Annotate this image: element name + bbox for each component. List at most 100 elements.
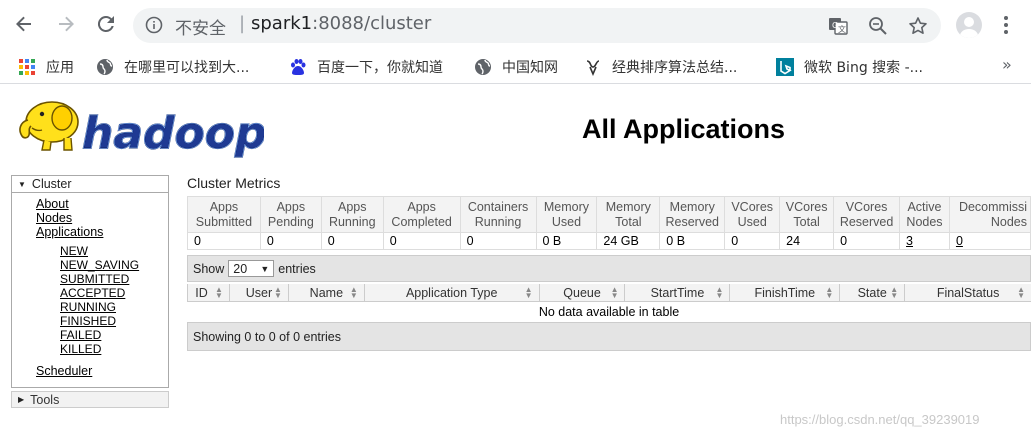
sidebar-link-scheduler[interactable]: Scheduler <box>36 364 92 378</box>
column-header-id[interactable]: ID ▲ ▼ <box>188 284 230 301</box>
entries-label: entries <box>278 261 316 276</box>
profile-avatar-icon[interactable] <box>956 12 982 38</box>
more-bookmarks-button[interactable]: » <box>1002 55 1012 74</box>
sort-icon: ▲ ▼ <box>273 285 282 300</box>
state-link-finished[interactable]: FINISHED <box>60 314 139 328</box>
state-link-submitted[interactable]: SUBMITTED <box>60 272 139 286</box>
reload-icon <box>97 15 114 32</box>
table-length-control: Show 20 ▼ entries <box>187 255 1031 282</box>
csdn-icon <box>584 58 602 76</box>
page-size-select[interactable]: 20 ▼ <box>228 260 275 277</box>
bookmark-label: 经典排序算法总结... <box>612 60 738 76</box>
metric-value: 0 <box>948 232 1031 250</box>
metric-header: Apps Completed <box>382 196 461 233</box>
elephant-mascot-icon <box>19 101 79 151</box>
column-header-user[interactable]: User ▲ ▼ <box>230 284 289 301</box>
column-label: StartTime <box>650 285 705 300</box>
globe-icon <box>474 58 492 76</box>
bookmark-cnki[interactable]: 中国知网 <box>474 56 558 78</box>
metric-value: 24 GB <box>596 232 661 250</box>
active-nodes-link[interactable]: 3 <box>906 234 913 248</box>
forward-arrow-icon <box>59 16 74 32</box>
column-label: Queue <box>563 285 601 300</box>
page-size-value: 20 <box>233 261 248 276</box>
zoom-icon[interactable] <box>867 15 889 37</box>
metric-header: Apps Running <box>320 196 384 233</box>
metric-value: 3 <box>899 232 950 250</box>
triangle-down-icon: ▼ <box>18 179 26 189</box>
bookmark-baidu[interactable]: 百度一下，你就知道 <box>289 56 443 78</box>
address-bar[interactable]: 不安全 | spark1:8088/cluster G文 <box>133 8 941 43</box>
metrics-title: Cluster Metrics <box>187 175 281 191</box>
sidebar-link-applications[interactable]: Applications <box>36 225 103 239</box>
bookmark-label: 微软 Bing 搜索 -... <box>804 60 924 76</box>
bookmark-sorting[interactable]: 经典排序算法总结... <box>584 56 737 78</box>
show-label: Show <box>193 261 225 276</box>
cluster-links: About Nodes Applications <box>36 197 103 239</box>
sidebar-link-nodes[interactable]: Nodes <box>36 211 103 225</box>
column-label: FinishTime <box>754 285 816 300</box>
bookmark-bigdata[interactable]: 在哪里可以找到大... <box>96 56 249 78</box>
column-header-name[interactable]: Name ▲ ▼ <box>289 284 365 301</box>
state-link-running[interactable]: RUNNING <box>60 300 139 314</box>
url-text[interactable]: spark1:8088/cluster <box>251 13 431 34</box>
sort-icon: ▲ ▼ <box>1017 285 1025 300</box>
state-link-killed[interactable]: KILLED <box>60 342 139 356</box>
back-button[interactable] <box>12 12 36 36</box>
sort-icon: ▲ ▼ <box>610 285 619 300</box>
metric-value: 0 B <box>659 232 726 250</box>
column-label: User <box>245 285 273 300</box>
metric-value: 0 <box>459 232 537 250</box>
hadoop-logo: hadoop hadoop <box>12 96 267 160</box>
decommissioned-nodes-link[interactable]: 0 <box>956 234 963 248</box>
bookmarks-bar: 应用 在哪里可以找到大... 百度一下，你就知道 中国知网 经典排序算法总结..… <box>0 50 1031 84</box>
column-label: State <box>857 285 887 300</box>
baidu-paw-icon <box>289 58 307 76</box>
bookmark-bing[interactable]: 微软 Bing 搜索 -... <box>776 56 923 78</box>
menu-kebab-icon[interactable] <box>996 12 1016 38</box>
metric-header: Memory Used <box>535 196 598 233</box>
browser-toolbar: 不安全 | spark1:8088/cluster G文 <box>0 0 1031 50</box>
column-header-application-type[interactable]: Application Type ▲ ▼ <box>365 284 540 301</box>
column-header-finishtime[interactable]: FinishTime ▲ ▼ <box>730 284 841 301</box>
state-link-new[interactable]: NEW <box>60 244 139 258</box>
cluster-metrics-table: Apps Submitted Apps Pending Apps Running Ap… <box>187 196 1031 250</box>
bookmark-label: 在哪里可以找到大... <box>124 60 250 76</box>
url-host: spark1 <box>251 13 313 34</box>
sidebar-link-about[interactable]: About <box>36 197 103 211</box>
column-header-starttime[interactable]: StartTime ▲ ▼ <box>625 284 731 301</box>
triangle-right-icon: ▶ <box>18 395 25 404</box>
column-header-queue[interactable]: Queue ▲ ▼ <box>540 284 626 301</box>
state-link-new-saving[interactable]: NEW_SAVING <box>60 258 139 272</box>
metrics-value-row: 0 0 0 0 0 0 B 24 GB 0 B 0 24 0 3 0 <box>187 232 1031 250</box>
column-header-state[interactable]: State ▲ ▼ <box>840 284 906 301</box>
column-header-finalstatus[interactable]: FinalStatus ▲ ▼ <box>905 284 1031 301</box>
translate-icon[interactable]: G文 <box>827 15 849 37</box>
metric-value: 0 <box>320 232 384 250</box>
empty-table-message: No data available in table <box>538 305 680 319</box>
tools-section-toggle[interactable]: ▶ Tools <box>11 391 169 408</box>
metric-header: Active Nodes <box>899 196 950 233</box>
scheduler-link-wrap: Scheduler <box>36 364 92 378</box>
entries-summary: Showing 0 to 0 of 0 entries <box>193 329 342 344</box>
cluster-section-toggle[interactable]: ▼ Cluster <box>12 176 168 193</box>
state-link-accepted[interactable]: ACCEPTED <box>60 286 139 300</box>
apps-grid-icon <box>18 58 36 76</box>
page-title: All Applications <box>582 114 786 144</box>
column-label: ID <box>195 285 208 300</box>
metric-header: Containers Running <box>459 196 537 233</box>
bookmark-star-icon[interactable] <box>907 15 929 37</box>
info-icon[interactable] <box>145 16 163 34</box>
bookmark-label: 百度一下，你就知道 <box>317 60 443 76</box>
bookmark-apps[interactable]: 应用 <box>18 56 74 78</box>
sort-icon: ▲ ▼ <box>825 285 834 300</box>
bookmark-label: 中国知网 <box>502 60 558 76</box>
reload-button[interactable] <box>94 12 118 36</box>
insecure-label: 不安全 <box>175 19 226 39</box>
state-link-failed[interactable]: FAILED <box>60 328 139 342</box>
metric-header: VCores Total <box>779 196 835 233</box>
metric-value: 0 <box>724 232 781 250</box>
app-state-links: NEW NEW_SAVING SUBMITTED ACCEPTED RUNNIN… <box>60 244 139 356</box>
forward-button[interactable] <box>54 12 78 36</box>
sort-icon: ▲ ▼ <box>715 285 724 300</box>
